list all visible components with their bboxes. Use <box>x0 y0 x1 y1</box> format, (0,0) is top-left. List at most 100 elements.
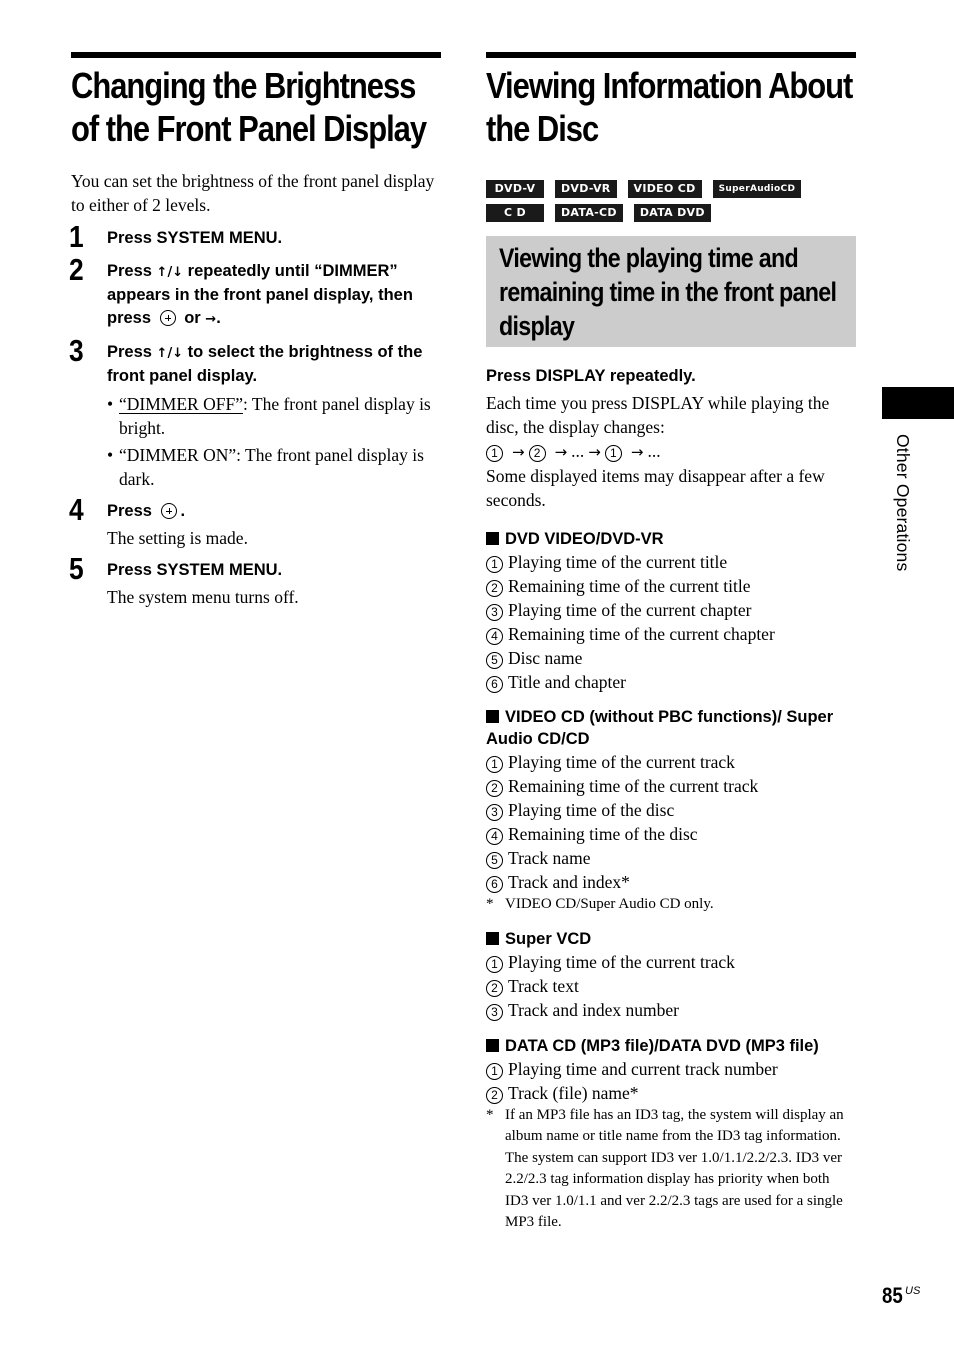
square-bullet-icon <box>486 710 499 723</box>
badge-super-audio-cd: SuperAudioCD <box>712 180 802 198</box>
step-number: 3 <box>69 333 84 368</box>
display-items: 1 Playing time of the current title 2 Rema… <box>486 550 856 694</box>
list-item: 3 Track and index number <box>486 998 856 1022</box>
footnote-text: If an MP3 file has an ID3 tag, the syste… <box>505 1106 844 1145</box>
circled-number: 6 <box>486 876 503 893</box>
circled-number: 1 <box>486 445 503 462</box>
instruction-lead: Press DISPLAY repeatedly. <box>486 367 696 385</box>
item-text: Playing time of the current track <box>508 951 735 972</box>
option-dimmer-on: • “DIMMER ON”: The front panel display is… <box>107 443 441 491</box>
step-result: The setting is made. <box>107 528 248 548</box>
item-text: Remaining time of the current title <box>508 576 751 596</box>
item-text: Title and chapter <box>508 672 626 692</box>
circled-number: 2 <box>486 1086 503 1104</box>
item-text: Track and index* <box>508 872 630 892</box>
item-text: Playing time of the current chapter <box>508 600 752 620</box>
step-instruction: Press SYSTEM MENU. <box>107 229 283 247</box>
step-2: 2 Press ↑/↓ repeatedly until “DIMMER” ap… <box>69 254 441 331</box>
arrow-icon: → <box>554 443 568 461</box>
asterisk: * <box>486 896 494 912</box>
circled-number: 1 <box>486 756 503 773</box>
up-down-arrow-icon: ↑/↓ <box>156 346 184 361</box>
list-item: 3 Playing time of the disc <box>486 798 856 822</box>
circled-number: 2 <box>486 580 503 597</box>
text: . <box>180 502 186 520</box>
step-4: 4 Press . The setting is made. <box>69 494 441 550</box>
badge-cd: C D <box>486 204 544 222</box>
option-term: “DIMMER ON” <box>119 445 237 465</box>
left-column: Changing the Brightness of the Front Pan… <box>69 52 441 609</box>
step-5: 5 Press SYSTEM MENU. The system menu tur… <box>69 553 441 609</box>
enter-button-icon <box>159 310 176 326</box>
badge-video-cd: VIDEO CD <box>627 180 702 198</box>
list-item: 2 Track (file) name* <box>486 1081 856 1105</box>
ellipsis: ... <box>647 441 661 461</box>
list-item: 2 Remaining time of the current title <box>486 574 856 598</box>
section-video-cd: VIDEO CD (without PBC functions)/ Super … <box>486 706 856 916</box>
option-list: • “DIMMER OFF”: The front panel display i… <box>107 392 441 491</box>
step-1: 1 Press SYSTEM MENU. <box>69 221 441 253</box>
right-arrow-icon: → <box>205 312 217 327</box>
page-number-value: 85 <box>882 1283 903 1308</box>
section-heading: VIDEO CD (without PBC functions)/ Super … <box>486 706 856 750</box>
square-bullet-icon <box>486 532 499 545</box>
step-instruction: Press ↑/↓ to select the brightness of th… <box>107 341 441 388</box>
step-number: 5 <box>69 551 84 586</box>
step-number: 1 <box>69 219 84 254</box>
circled-number: 3 <box>486 804 503 821</box>
enter-button-icon <box>160 503 177 519</box>
item-text: Playing time of the current title <box>508 552 728 572</box>
heading-text: DVD VIDEO/DVD-VR <box>505 530 664 548</box>
item-text: Track name <box>508 848 591 868</box>
text: Press <box>107 343 157 361</box>
circled-number: 2 <box>486 780 503 797</box>
asterisk: * <box>486 1106 494 1123</box>
item-text: Remaining time of the disc <box>508 824 698 844</box>
circled-number: 5 <box>486 852 503 869</box>
badge-data-cd: DATA-CD <box>555 204 623 222</box>
note-text: Some displayed items may disappear after… <box>486 466 825 510</box>
chapter-tab-marker <box>882 387 954 419</box>
list-item: 6 Title and chapter <box>486 670 856 694</box>
list-item: 1 Playing time of the current title <box>486 550 856 574</box>
disc-type-badges: DVD-V DVD-VR VIDEO CD SuperAudioCD C D D… <box>486 180 836 222</box>
heading-text: DATA CD (MP3 file)/DATA DVD (MP3 file) <box>505 1036 819 1055</box>
circled-number: 4 <box>486 628 503 645</box>
step-instruction: Press . <box>107 500 441 523</box>
circled-number: 3 <box>486 1003 503 1021</box>
step-instruction: Press SYSTEM MENU. <box>107 561 283 579</box>
text: Press <box>107 502 157 520</box>
description-text: Each time you press DISPLAY while playin… <box>486 393 830 437</box>
circled-number: 2 <box>486 979 503 997</box>
option-term: “DIMMER OFF” <box>119 394 243 414</box>
item-text: Disc name <box>508 648 583 668</box>
item-text: Track (file) name* <box>508 1082 639 1103</box>
step-number: 2 <box>69 252 84 287</box>
list-item: 2 Track text <box>486 974 856 998</box>
circled-number: 6 <box>486 676 503 693</box>
badge-dvd-v: DVD-V <box>486 180 544 198</box>
arrow-icon: → <box>512 443 525 461</box>
page-number: 85 US <box>882 1283 920 1309</box>
step-3: 3 Press ↑/↓ to select the brightness of … <box>69 335 441 491</box>
display-items: 1 Playing time of the current track 2 Trac… <box>486 950 856 1022</box>
list-item: 4 Remaining time of the current chapter <box>486 622 856 646</box>
section-super-vcd: Super VCD 1 Playing time of the current t… <box>486 928 856 1022</box>
item-text: Playing time of the current track <box>508 752 735 772</box>
item-text: Remaining time of the current track <box>508 776 759 796</box>
page-region: US <box>905 1285 921 1297</box>
text: . <box>216 309 221 327</box>
badge-dvd-vr: DVD-VR <box>555 180 617 198</box>
text: Press <box>107 262 157 280</box>
list-item: 4 Remaining time of the disc <box>486 822 856 846</box>
text: or <box>179 309 206 327</box>
title-rule <box>71 52 441 58</box>
circled-number: 2 <box>528 445 546 462</box>
footnote: * If an MP3 file has an ID3 tag, the sys… <box>486 1105 856 1234</box>
step-number: 4 <box>69 492 84 527</box>
display-items: 1 Playing time and current track number 2… <box>486 1057 856 1105</box>
circled-number: 3 <box>486 604 503 621</box>
circled-number: 1 <box>604 445 622 462</box>
right-column: Viewing Information About the Disc DVD-V… <box>486 52 856 1234</box>
footnote-text: VIDEO CD/Super Audio CD only. <box>505 896 714 912</box>
